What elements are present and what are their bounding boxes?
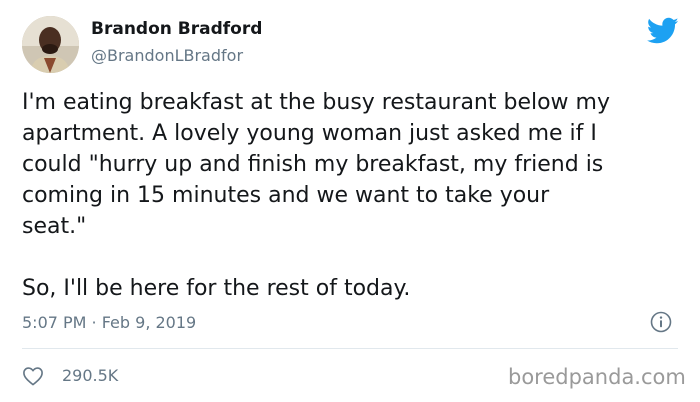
like-count[interactable]: 290.5K	[62, 366, 118, 385]
avatar-image	[22, 16, 79, 73]
heart-icon[interactable]	[22, 366, 44, 386]
tweet-line: seat."	[22, 214, 87, 239]
author-handle[interactable]: @BrandonLBradfor	[91, 46, 243, 65]
avatar[interactable]	[22, 16, 79, 73]
tweet-line: could "hurry up and finish my breakfast,…	[22, 152, 604, 177]
tweet-line: apartment. A lovely young woman just ask…	[22, 121, 597, 146]
watermark: boredpanda.com	[508, 365, 686, 389]
tweet-text: I'm eating breakfast at the busy restaur…	[22, 87, 682, 304]
author-display-name[interactable]: Brandon Bradford	[91, 19, 262, 39]
tweet-closing-line: So, I'll be here for the rest of today.	[22, 276, 411, 301]
tweet-timestamp[interactable]: 5:07 PM · Feb 9, 2019	[22, 313, 196, 332]
info-icon[interactable]	[650, 311, 672, 333]
tweet-line: I'm eating breakfast at the busy restaur…	[22, 90, 610, 115]
divider	[22, 348, 678, 349]
tweet-card: Brandon Bradford @BrandonLBradfor I'm ea…	[0, 0, 700, 402]
twitter-bird-icon[interactable]	[647, 17, 679, 45]
tweet-line: coming in 15 minutes and we want to take…	[22, 183, 550, 208]
